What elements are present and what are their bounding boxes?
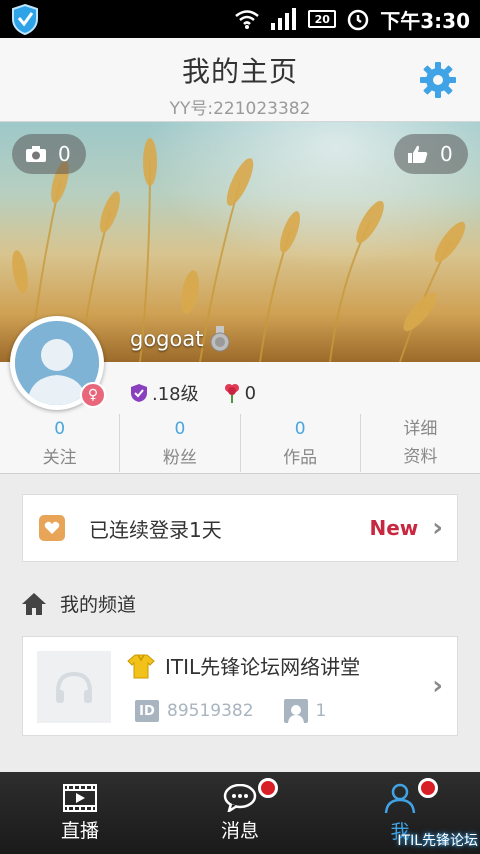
login-streak-card[interactable]: 已连续登录1天 New › [22,494,458,562]
like-count-pill[interactable]: 0 [394,134,468,174]
level-shield-icon [131,384,147,402]
stat-following[interactable]: 0 关注 [0,414,121,472]
alarm-icon [348,9,369,31]
username-text: gogoat [130,327,204,351]
headphones-icon [56,671,92,703]
film-icon [63,783,97,812]
watermark: ITIL先锋论坛 [397,833,478,849]
login-streak-text: 已连续登录1天 [89,517,222,542]
stat-fans-count: 0 [174,418,186,439]
status-bar: 20 下午3:30 [0,0,480,38]
notification-dot [418,778,438,798]
photo-count-pill[interactable]: 0 [12,134,86,174]
gear-icon[interactable] [418,60,458,100]
status-time: 下午3:30 [380,8,470,33]
stat-works-count: 0 [294,418,306,439]
chevron-right-icon: › [432,671,443,701]
flower-count: 0 [244,382,257,404]
yellow-vest-icon [127,654,155,678]
chat-icon [223,783,257,812]
stat-fans-label: 粉丝 [162,447,197,468]
stat-works-label: 作品 [283,447,318,468]
battery-icon: 20 [308,10,337,28]
tab-messages-label: 消息 [220,819,259,842]
level-row: .18级 0 [130,380,256,406]
home-icon [22,592,46,615]
page-header: 我的主页 YY号:221023382 [0,38,480,122]
stats-bar: 0 关注 0 粉丝 0 作品 详细 资料 [0,414,480,472]
details-button[interactable]: 详细 资料 [361,414,480,472]
yy-id: YY号:221023382 [169,99,311,119]
stat-works[interactable]: 0 作品 [241,414,361,472]
id-icon: ID [135,700,159,722]
channel-thumbnail [37,651,111,723]
my-channel-heading: 我的频道 [22,590,136,617]
channel-meta: ID 89519382 1 [135,699,326,723]
channel-name-row: ITIL先锋论坛网络讲堂 [127,651,360,680]
my-channel-title: 我的频道 [60,594,137,616]
details-label-line1: 详细 [403,419,438,439]
photo-count: 0 [58,142,71,166]
app-shield-icon [12,3,38,35]
chevron-right-icon: › [432,513,443,543]
channel-name: ITIL先锋论坛网络讲堂 [165,655,361,679]
new-badge: New [369,516,419,540]
medal-icon [210,326,230,352]
signal-icon [271,8,297,30]
female-gender-icon: ♀ [80,382,106,408]
bottom-nav: 直播 消息 我 ITIL先锋论坛 [0,772,480,854]
camera-icon [26,146,46,162]
page-title: 我的主页 [181,55,298,88]
heart-icon [39,515,65,541]
tab-live[interactable]: 直播 [0,772,160,854]
flower-item[interactable]: 0 [223,383,256,404]
tab-messages[interactable]: 消息 [160,772,320,854]
like-count: 0 [440,142,453,166]
username: gogoat [130,326,231,352]
tab-live-label: 直播 [60,819,99,842]
stat-following-label: 关注 [42,447,77,468]
member-icon [283,699,308,723]
wifi-icon [235,10,260,29]
level-label: .18级 [152,384,199,405]
notification-dot [258,778,278,798]
details-label-line2: 资料 [403,447,438,467]
thumbs-up-icon [408,145,428,163]
stat-fans[interactable]: 0 粉丝 [120,414,241,472]
member-count: 1 [315,701,327,721]
channel-card[interactable]: ITIL先锋论坛网络讲堂 ID 89519382 1 › [22,636,458,736]
flower-icon [224,384,239,403]
stat-following-count: 0 [54,418,66,439]
level-item[interactable]: .18级 [130,380,199,406]
channel-id: 89519382 [167,701,254,721]
person-icon [384,783,416,813]
